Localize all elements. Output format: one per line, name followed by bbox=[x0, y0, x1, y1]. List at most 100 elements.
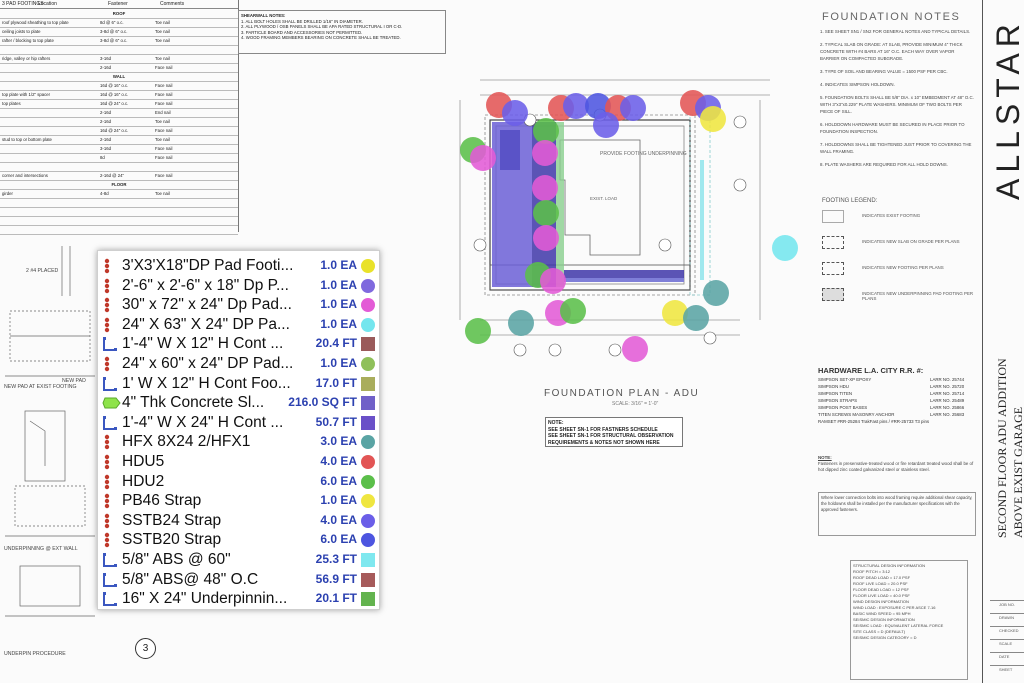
takeoff-marker[interactable] bbox=[465, 318, 491, 344]
dot-column-icon bbox=[102, 454, 118, 470]
legend-item[interactable]: 24" X 63" X 24" DP Pa... 1.0 EA bbox=[98, 315, 379, 335]
legend-item-quantity: 3.0 EA bbox=[320, 434, 357, 449]
page-number-badge[interactable]: 3 bbox=[135, 638, 156, 659]
legend-color-swatch[interactable] bbox=[361, 474, 375, 489]
dot-column-icon bbox=[102, 434, 118, 450]
dot-column-icon bbox=[102, 297, 118, 313]
plan-exist-label: EXIST. LOAD bbox=[590, 196, 618, 201]
legend-item[interactable]: HDU5 4.0 EA bbox=[98, 452, 379, 472]
schedule-cell-b: 3-16d bbox=[100, 146, 111, 151]
legend-color-swatch[interactable] bbox=[361, 553, 375, 567]
takeoff-marker[interactable] bbox=[540, 268, 566, 294]
hardware-row: SIMPSON HDU LARR NO. 25720 bbox=[818, 383, 978, 390]
takeoff-marker[interactable] bbox=[470, 145, 496, 171]
schedule-header-comments: Comments bbox=[160, 1, 185, 7]
takeoff-marker[interactable] bbox=[703, 280, 729, 306]
legend-item[interactable]: 30" x 72" x 24" Dp Pad... 1.0 EA bbox=[98, 295, 379, 315]
schedule-cell-c: Toe nail bbox=[155, 38, 170, 43]
foundation-note: 5. FOUNDATION BOLTS SHALL BE 5/8" DIA. x… bbox=[820, 95, 974, 114]
legend-item[interactable]: 5/8" ABS @ 60" 25.3 FT bbox=[98, 550, 379, 570]
hardware-name: SIMPSON SET-XP EPOXY bbox=[818, 377, 872, 382]
takeoff-marker[interactable] bbox=[502, 100, 528, 126]
schedule-cell-c: Toe nail bbox=[155, 56, 170, 61]
legend-item[interactable]: SSTB20 Strap 6.0 EA bbox=[98, 530, 379, 550]
legend-item-quantity: 216.0 SQ FT bbox=[288, 395, 357, 410]
takeoff-marker[interactable] bbox=[532, 140, 558, 166]
legend-item[interactable]: 24" x 60" x 24" DP Pad... 1.0 EA bbox=[98, 354, 379, 374]
takeoff-marker[interactable] bbox=[560, 298, 586, 324]
hardware-name: SIMPSON TITEN bbox=[818, 391, 853, 396]
legend-item[interactable]: 2'-6" x 2'-6" x 18" Dp P... 1.0 EA bbox=[98, 276, 379, 296]
foundation-note: 2. TYPICAL SLAB ON GRADE: AT SLAB, PROVI… bbox=[820, 42, 963, 61]
hardware-list: SIMPSON SET-XP EPOXY LARR NO. 25744 SIMPSO… bbox=[818, 376, 978, 425]
legend-color-swatch[interactable] bbox=[361, 337, 375, 352]
legend-color-swatch[interactable] bbox=[361, 396, 375, 411]
takeoff-marker[interactable] bbox=[593, 112, 619, 138]
shearwall-notes-box: SHEARWALL NOTES: 1. ALL BOLT HOLES SHALL… bbox=[238, 10, 446, 54]
footing-legend-text: INDICATES NEW SLAB ON GRADE PER PLANS bbox=[862, 239, 960, 244]
legend-item[interactable]: 4" Thk Concrete Sl... 216.0 SQ FT bbox=[98, 393, 379, 413]
brand-logo: ALLSTAR bbox=[990, 10, 1024, 200]
takeoff-marker[interactable] bbox=[772, 235, 798, 261]
schedule-cell-c: Face nail bbox=[155, 83, 173, 88]
footing-legend-title: FOOTING LEGEND: bbox=[822, 198, 878, 204]
hardware-row: SIMPSON SET-XP EPOXY LARR NO. 25744 bbox=[818, 376, 978, 383]
takeoff-marker[interactable] bbox=[620, 95, 646, 121]
legend-item[interactable]: 16" X 24" Underpinnin... 20.1 FT bbox=[98, 589, 379, 609]
legend-item[interactable]: HFX 8X24 2/HFX1 3.0 EA bbox=[98, 432, 379, 452]
legend-item[interactable]: 3'X3'X18"DP Pad Footi... 1.0 EA bbox=[98, 256, 379, 276]
schedule-cell-b: 2-16d bbox=[100, 65, 111, 70]
detail-label-procedure: UNDERPIN PROCEDURE bbox=[4, 651, 66, 657]
takeoff-marker[interactable] bbox=[533, 225, 559, 251]
fastening-schedule-table: 3 PAD FOOTINGS Location Fastener Comment… bbox=[0, 0, 239, 235]
foundation-note: 4. INDICATES SIMPSON HOLDOWN. bbox=[820, 82, 895, 87]
legend-item-name: 3'X3'X18"DP Pad Footi... bbox=[122, 257, 294, 274]
legend-item[interactable]: PB46 Strap 1.0 EA bbox=[98, 491, 379, 511]
legend-color-swatch[interactable] bbox=[361, 278, 375, 293]
takeoff-legend-panel[interactable]: 3'X3'X18"DP Pad Footi... 1.0 EA 2'-6" x 2'… bbox=[97, 250, 380, 610]
legend-item-name: 24" x 60" x 24" DP Pad... bbox=[122, 355, 294, 372]
schedule-cell-b: 16d @ 16" o.c. bbox=[100, 83, 129, 88]
legend-color-swatch[interactable] bbox=[361, 572, 375, 587]
schedule-cell-b: 3-16d bbox=[100, 56, 111, 61]
legend-item-quantity: 1.0 EA bbox=[320, 356, 357, 370]
legend-color-swatch[interactable] bbox=[361, 317, 375, 332]
takeoff-marker[interactable] bbox=[533, 200, 559, 226]
schedule-cell-a: girder bbox=[2, 191, 13, 196]
takeoff-marker[interactable] bbox=[532, 175, 558, 201]
legend-color-swatch[interactable] bbox=[361, 435, 375, 450]
takeoff-marker[interactable] bbox=[683, 305, 709, 331]
legend-item[interactable]: 1' W X 12" H Cont Foo... 17.0 FT bbox=[98, 374, 379, 394]
legend-item[interactable]: 5/8" ABS@ 48" O.C 56.9 FT bbox=[98, 570, 379, 590]
legend-item[interactable]: SSTB24 Strap 4.0 EA bbox=[98, 511, 379, 531]
hardware-row: SIMPSON POST BASES LARR NO. 25866 bbox=[818, 404, 978, 411]
legend-item-quantity: 17.0 FT bbox=[315, 375, 357, 390]
hardware-name: SIMPSON POST BASES bbox=[818, 405, 868, 410]
legend-item[interactable]: 1'-4" W X 24" H Cont ... 50.7 FT bbox=[98, 413, 379, 433]
legend-color-swatch[interactable] bbox=[361, 533, 375, 548]
legend-item[interactable]: 1'-4" W X 12" H Cont ... 20.4 FT bbox=[98, 334, 379, 354]
schedule-section-title: WALL bbox=[112, 74, 126, 79]
schedule-cell-b: 16d @ 24" o.c. bbox=[100, 101, 129, 106]
takeoff-marker[interactable] bbox=[700, 106, 726, 132]
legend-color-swatch[interactable] bbox=[361, 376, 375, 391]
foundation-notes-list: 1. SEE SHEET SN1 / SN2 FOR GENERAL NOTES… bbox=[820, 28, 975, 188]
legend-color-swatch[interactable] bbox=[361, 298, 375, 313]
legend-color-swatch[interactable] bbox=[361, 592, 375, 607]
legend-color-swatch[interactable] bbox=[361, 357, 375, 371]
legend-color-swatch[interactable] bbox=[361, 455, 375, 469]
takeoff-marker[interactable] bbox=[622, 336, 648, 362]
legend-item[interactable]: HDU2 6.0 EA bbox=[98, 472, 379, 492]
legend-color-swatch[interactable] bbox=[361, 259, 375, 273]
schedule-cell-c: Face nail bbox=[155, 146, 173, 151]
drawing-sheet[interactable]: 3 PAD FOOTINGS Location Fastener Comment… bbox=[0, 0, 1024, 683]
legend-color-swatch[interactable] bbox=[361, 513, 375, 528]
legend-color-swatch[interactable] bbox=[361, 415, 375, 430]
detail-label-new-pad: NEW PAD bbox=[62, 378, 86, 384]
design-info-box: STRUCTURAL DESIGN INFORMATION ROOF PITCH … bbox=[850, 560, 968, 680]
legend-color-swatch[interactable] bbox=[361, 494, 375, 509]
schedule-cell-c: Toe nail bbox=[155, 29, 170, 34]
schedule-cell-c: Face nail bbox=[155, 65, 173, 70]
takeoff-marker[interactable] bbox=[508, 310, 534, 336]
title-block-label: SHEET bbox=[999, 667, 1013, 672]
